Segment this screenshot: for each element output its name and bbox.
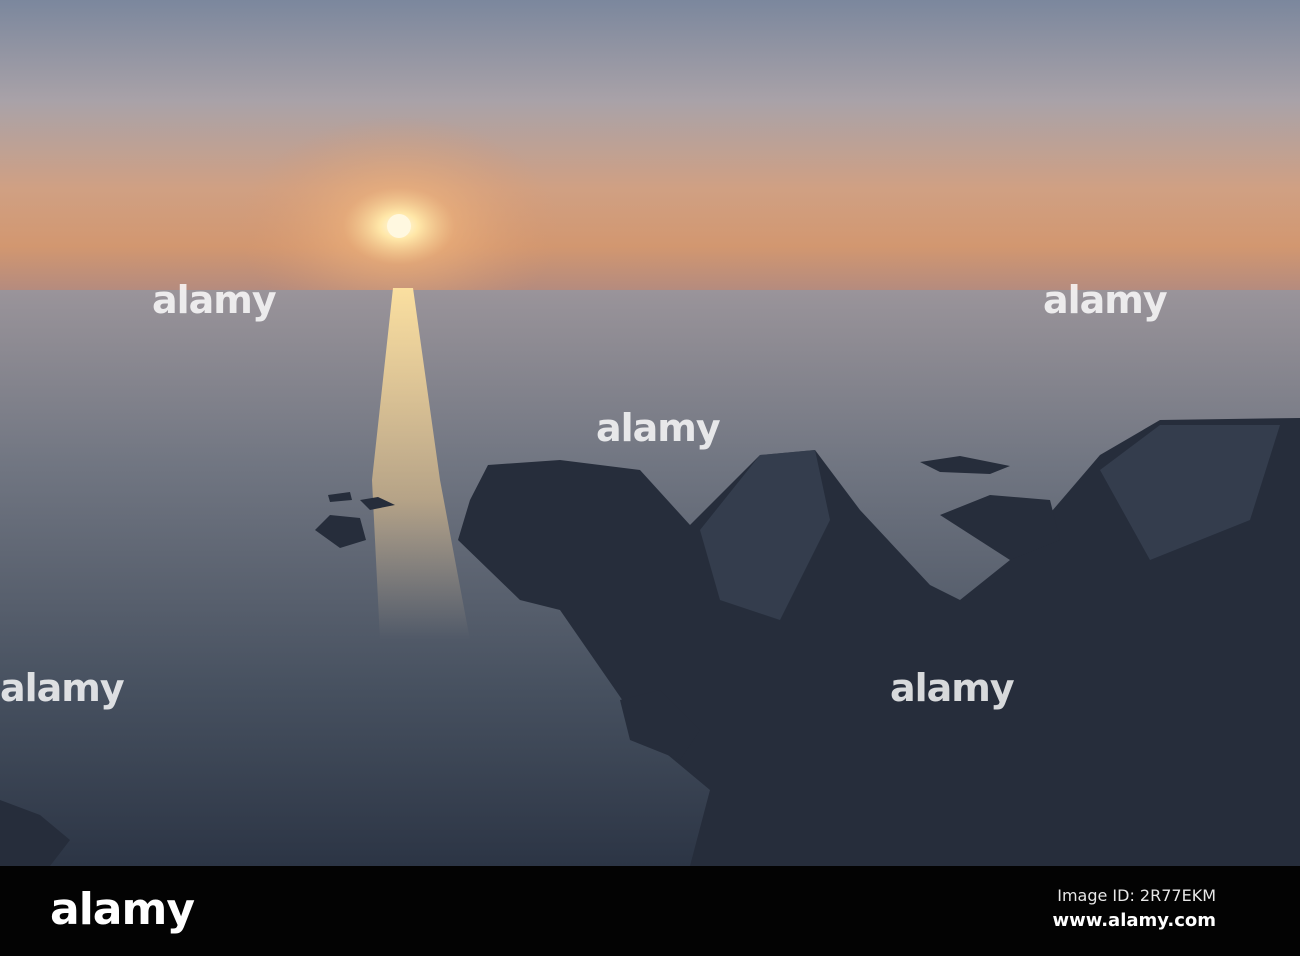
site-link[interactable]: www.alamy.com: [1052, 910, 1216, 931]
sun: [387, 214, 411, 238]
image-id: Image ID: 2R77EKM: [1057, 886, 1216, 905]
sky: [0, 0, 1300, 290]
watermark-logo: alamy: [152, 278, 277, 322]
watermark-logo: alamy: [1043, 278, 1168, 322]
stock-photo-page: alamy alamy alamy alamy alamy alamy Imag…: [0, 0, 1300, 956]
watermark-logo: alamy: [890, 666, 1015, 710]
watermark-logo: alamy: [0, 666, 125, 710]
alamy-logo: alamy: [50, 884, 195, 935]
watermark-logo: alamy: [596, 406, 721, 450]
footer-bar: alamy Image ID: 2R77EKM www.alamy.com: [0, 866, 1300, 956]
